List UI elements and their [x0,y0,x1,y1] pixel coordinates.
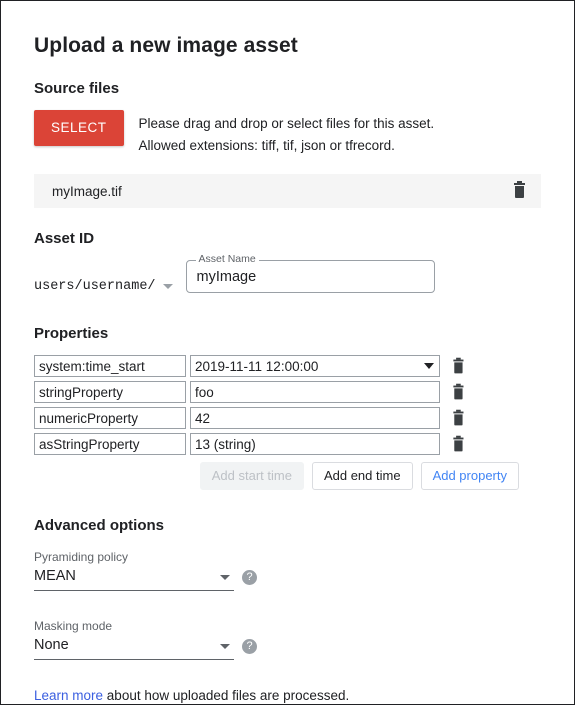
select-files-button[interactable]: SELECT [34,110,124,146]
masking-mode-value: None [34,637,69,654]
masking-mode-label: Masking mode [34,619,113,634]
help-circle-icon[interactable]: ? [242,639,257,655]
masking-mode-select[interactable]: None [34,636,234,661]
add-property-button[interactable]: Add property [420,462,519,491]
learn-more-link[interactable]: Learn more [34,688,103,703]
table-row [34,407,541,430]
asset-name-field[interactable]: Asset Name [185,254,435,294]
selected-file-row: myImage.tif [34,174,541,209]
chevron-down-icon [220,575,230,581]
source-files-picker: SELECT Please drag and drop or select fi… [34,110,541,157]
asset-path-prefix-label: users/username/ [34,278,156,294]
property-key-input-3[interactable] [34,433,186,456]
table-row [34,381,541,404]
property-key-input-0[interactable] [34,355,186,378]
property-actions: Add start time Add end time Add property [34,462,519,491]
source-files-instructions: Please drag and drop or select files for… [139,110,435,157]
pyramiding-policy-value: MEAN [34,568,76,585]
file-name: myImage.tif [52,183,122,199]
page-title: Upload a new image asset [34,34,298,57]
property-value-input-2[interactable] [190,407,440,430]
upload-asset-dialog: Upload a new image asset Source files SE… [0,0,575,705]
masking-mode-group: Masking mode None ? [34,619,257,661]
asset-name-input[interactable] [186,261,434,293]
advanced-options-heading: Advanced options [34,517,165,535]
pyramiding-policy-group: Pyramiding policy MEAN ? [34,550,257,592]
add-start-time-button[interactable]: Add start time [199,462,304,491]
instruction-line-2: Allowed extensions: tiff, tif, json or t… [138,138,395,154]
trash-icon[interactable] [452,383,464,400]
asset-id-row: users/username/ Asset Name [34,254,541,303]
table-row [34,355,541,378]
trash-icon[interactable] [512,181,527,199]
instruction-line-1: Please drag and drop or select files for… [138,116,435,132]
asset-path-prefix-dropdown[interactable]: users/username/ [34,260,173,303]
learn-more-text: about how uploaded files are processed. [103,688,350,704]
trash-icon[interactable] [452,409,464,426]
chevron-down-icon [162,283,173,289]
property-value-input-1[interactable] [190,381,440,404]
trash-icon[interactable] [452,435,464,452]
properties-heading: Properties [34,325,109,343]
asset-id-heading: Asset ID [34,230,95,248]
pyramiding-policy-select[interactable]: MEAN [34,567,234,592]
properties-table [34,355,541,456]
property-key-input-1[interactable] [34,381,186,404]
property-value-select-0[interactable] [190,355,440,378]
source-files-heading: Source files [34,80,120,98]
add-end-time-button[interactable]: Add end time [311,462,413,491]
chevron-down-icon [220,644,230,650]
trash-icon[interactable] [452,357,464,374]
learn-more-line: Learn more about how uploaded files are … [34,688,541,703]
pyramiding-policy-label: Pyramiding policy [34,550,129,565]
property-value-input-3[interactable] [190,433,440,456]
table-row [34,433,541,456]
help-circle-icon[interactable]: ? [242,570,257,586]
property-value-input-0[interactable] [190,355,440,378]
property-key-input-2[interactable] [34,407,186,430]
